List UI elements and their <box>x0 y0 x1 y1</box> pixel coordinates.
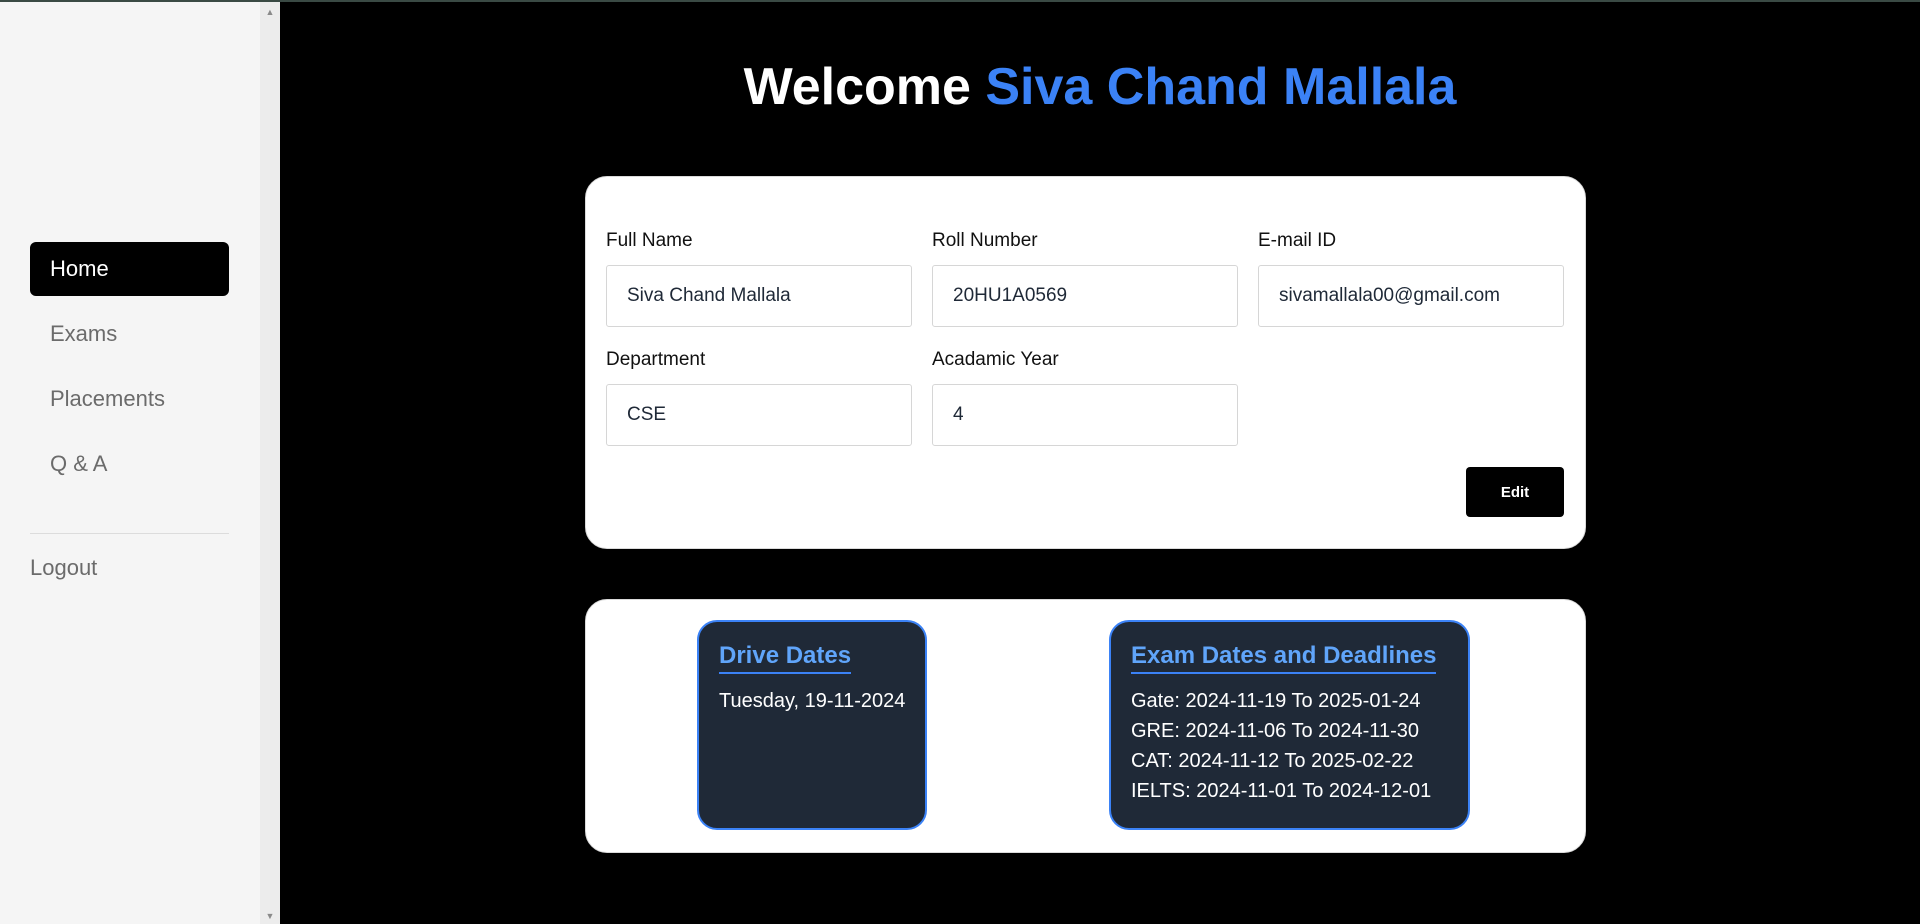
nav-divider <box>30 533 229 534</box>
scroll-up-arrow-icon[interactable]: ▲ <box>260 4 280 20</box>
department-input[interactable] <box>606 384 912 446</box>
profile-card: Full Name Roll Number E-mail ID Departme… <box>585 176 1586 549</box>
department-label: Department <box>606 349 706 370</box>
exam-date-item: CAT: 2024-11-12 To 2025-02-22 <box>1131 750 1414 772</box>
nav-item-home[interactable]: Home <box>30 242 229 296</box>
exam-date-item: Gate: 2024-11-19 To 2025-01-24 <box>1131 690 1421 712</box>
nav-item-qa[interactable]: Q & A <box>30 437 229 491</box>
drive-dates-title: Drive Dates <box>719 642 852 674</box>
sidebar: Home Exams Placements Q & A Logout <box>0 2 260 924</box>
department-field: Department <box>606 348 912 446</box>
scroll-down-arrow-icon[interactable]: ▼ <box>260 908 280 924</box>
full-name-field: Full Name <box>606 229 912 327</box>
full-name-label: Full Name <box>606 230 693 251</box>
edit-button[interactable]: Edit <box>1466 467 1564 517</box>
nav-item-placements[interactable]: Placements <box>30 372 229 426</box>
welcome-text: Welcome <box>743 58 971 116</box>
user-name-heading: Siva Chand Mallala <box>985 58 1457 116</box>
exam-dates-panel: Exam Dates and Deadlines Gate: 2024-11-1… <box>1109 620 1470 830</box>
academic-year-field: Acadamic Year <box>932 348 1238 446</box>
main-content: Welcome Siva Chand Mallala Full Name Rol… <box>280 2 1920 924</box>
drive-dates-panel: Drive Dates Tuesday, 19-11-2024 <box>697 620 927 830</box>
academic-year-label: Acadamic Year <box>932 349 1059 370</box>
exam-date-item: IELTS: 2024-11-01 To 2024-12-01 <box>1131 780 1432 802</box>
logout-link[interactable]: Logout <box>30 555 97 581</box>
email-field: E-mail ID <box>1258 229 1564 327</box>
roll-number-field: Roll Number <box>932 229 1238 327</box>
email-label: E-mail ID <box>1258 230 1337 251</box>
exam-date-item: GRE: 2024-11-06 To 2024-11-30 <box>1131 720 1419 742</box>
full-name-input[interactable] <box>606 265 912 327</box>
email-input[interactable] <box>1258 265 1564 327</box>
drive-date-item: Tuesday, 19-11-2024 <box>719 690 906 712</box>
exam-dates-title: Exam Dates and Deadlines <box>1131 642 1437 674</box>
sidebar-scrollbar[interactable]: ▲ ▼ <box>260 2 280 924</box>
academic-year-input[interactable] <box>932 384 1238 446</box>
sidebar-nav: Home Exams Placements Q & A <box>30 242 229 502</box>
roll-number-input[interactable] <box>932 265 1238 327</box>
dates-card: Drive Dates Tuesday, 19-11-2024 Exam Dat… <box>585 599 1586 853</box>
nav-item-exams[interactable]: Exams <box>30 307 229 361</box>
roll-number-label: Roll Number <box>932 230 1038 251</box>
welcome-heading: Welcome Siva Chand Mallala <box>280 57 1920 117</box>
